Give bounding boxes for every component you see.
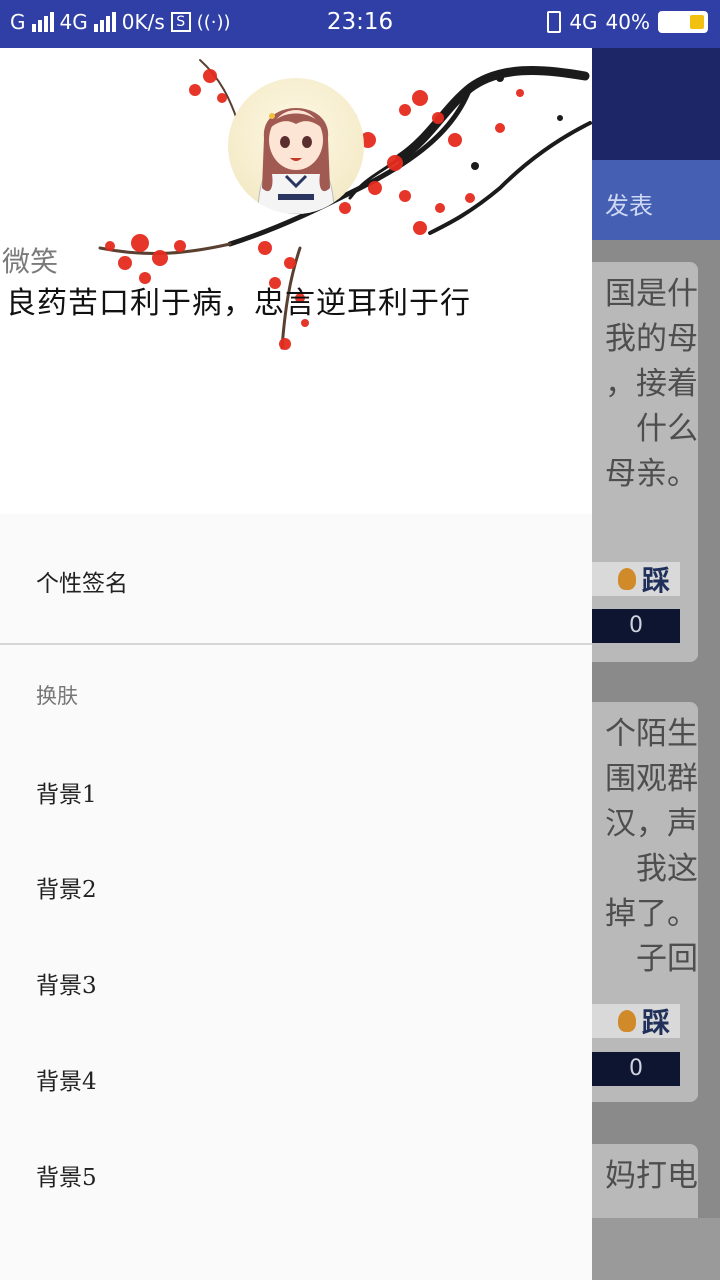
skin-section-header: 换肤: [36, 684, 78, 708]
thumbs-down-icon: [617, 568, 636, 590]
status-right: 4G 40%: [547, 10, 708, 34]
menu-item-signature[interactable]: 个性签名: [36, 564, 128, 598]
network-type: 4G: [569, 10, 598, 34]
dislike-label: 踩: [641, 564, 670, 597]
decorative-pattern: [592, 1218, 720, 1280]
vibrate-icon: [547, 11, 562, 33]
dislike-button[interactable]: 踩: [592, 562, 680, 597]
navigation-drawer: 微笑 良药苦口利于病，忠言逆耳利于行 个性签名 换肤 背景1 背景2 背景3 背…: [0, 48, 592, 1280]
dislike-count: 0: [592, 609, 680, 643]
menu-item-background-3[interactable]: 背景3: [36, 966, 97, 1000]
avatar[interactable]: [228, 78, 364, 214]
menu-item-background-2[interactable]: 背景2: [36, 870, 97, 904]
dislike-count: 0: [592, 1052, 680, 1086]
status-bar: G 4G 0K/s S ((·)) 23:16 4G 40%: [0, 0, 720, 48]
thumbs-down-icon: [617, 1010, 636, 1032]
dislike-label: 踩: [641, 1006, 670, 1039]
menu-item-background-5[interactable]: 背景5: [36, 1158, 97, 1192]
user-signature: 良药苦口利于病，忠言逆耳利于行: [6, 286, 471, 321]
drawer-header: 微笑 良药苦口利于病，忠言逆耳利于行: [0, 48, 592, 514]
battery-icon: [658, 11, 708, 33]
user-nickname: 微笑: [2, 245, 59, 278]
anime-girl-avatar-image: [257, 108, 335, 214]
battery-percent: 40%: [605, 10, 650, 34]
divider: [0, 643, 592, 645]
tab-publish[interactable]: 发表: [605, 186, 653, 221]
menu-item-background-1[interactable]: 背景1: [36, 775, 97, 809]
dislike-button[interactable]: 踩: [592, 1004, 680, 1039]
menu-item-background-4[interactable]: 背景4: [36, 1062, 97, 1096]
